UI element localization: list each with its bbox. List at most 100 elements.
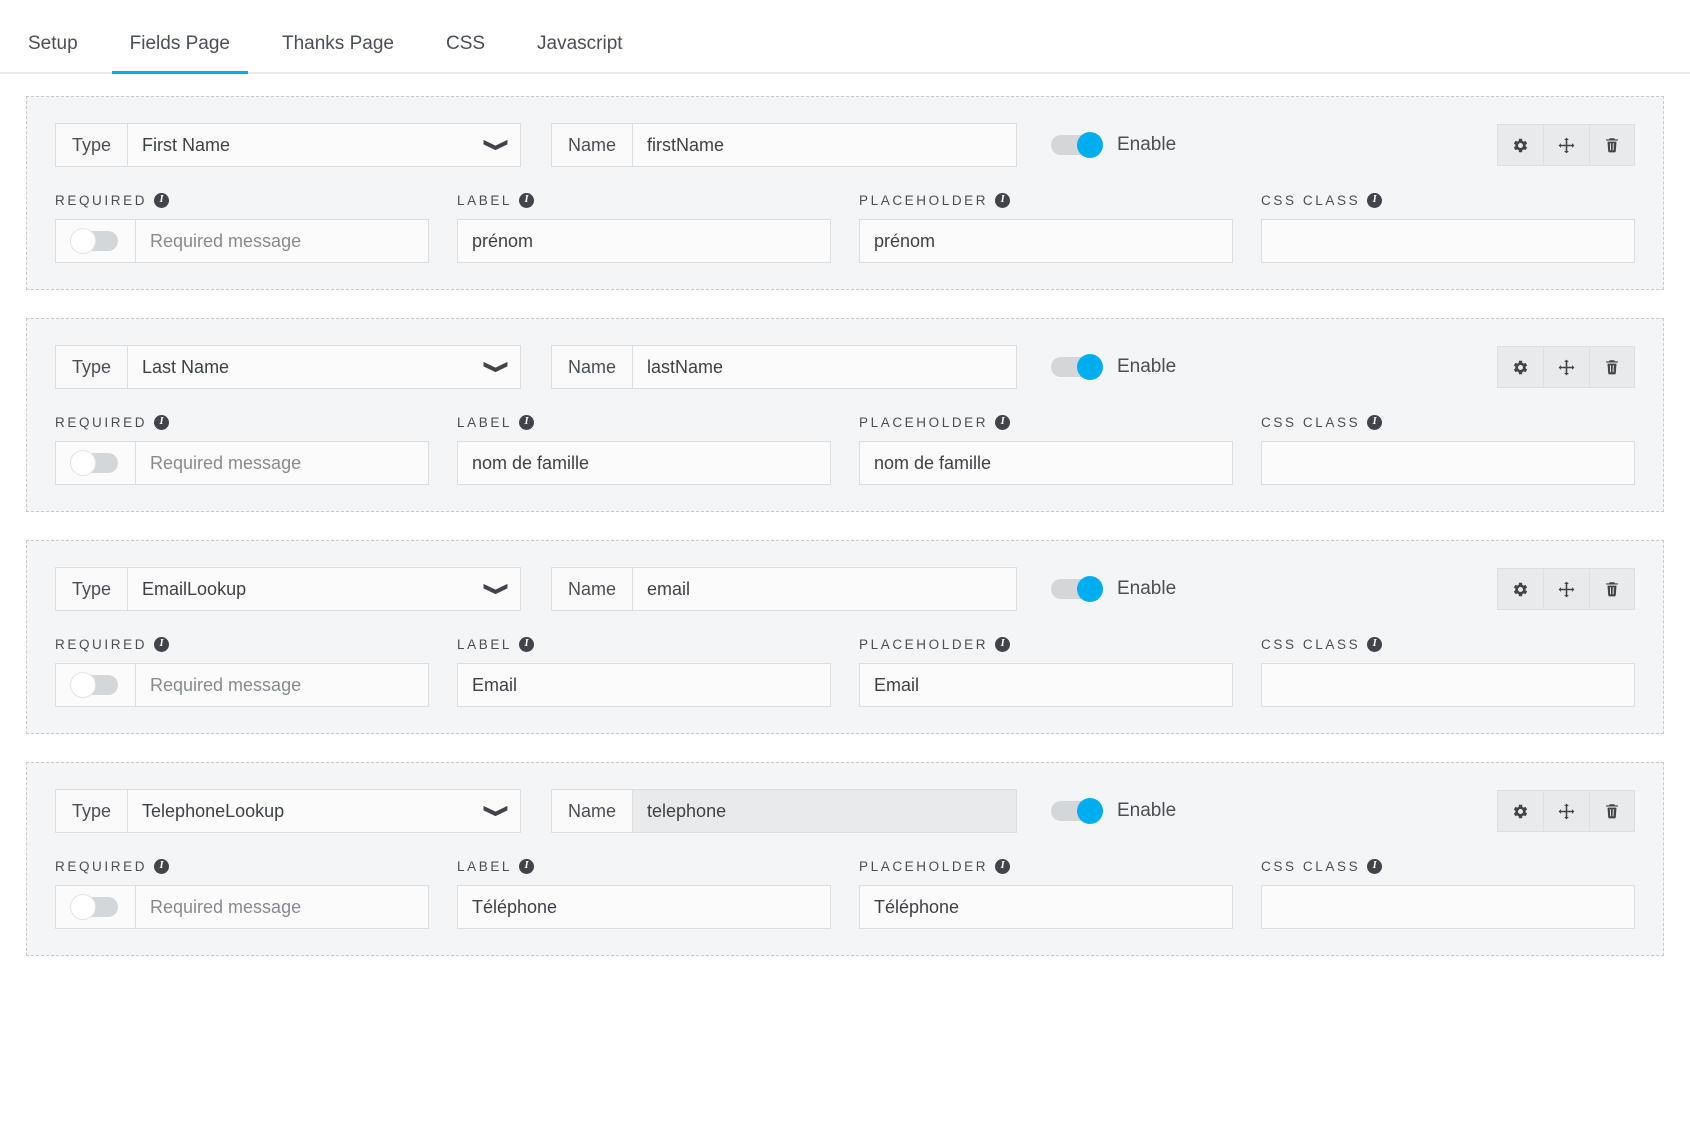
field-settings-button[interactable]	[1497, 568, 1543, 610]
required-column-header: REQUIRED i	[55, 415, 429, 430]
tab-label: Setup	[28, 33, 78, 54]
required-toggle[interactable]	[69, 228, 122, 254]
field-card-properties: REQUIRED i Required message LABEL i nom de fa…	[55, 415, 1635, 485]
field-placeholder-input[interactable]: Téléphone	[859, 885, 1233, 929]
label-column-header: LABEL i	[457, 193, 831, 208]
field-css-class-input[interactable]	[1261, 885, 1635, 929]
tab-fields-page[interactable]: Fields Page	[111, 33, 248, 74]
trash-icon	[1603, 358, 1621, 376]
field-label-input[interactable]: Email	[457, 663, 831, 707]
info-icon[interactable]: i	[995, 193, 1011, 208]
name-prefix-label: Name	[551, 345, 633, 389]
info-icon[interactable]: i	[154, 637, 170, 652]
tab-thanks-page[interactable]: Thanks Page	[264, 34, 412, 72]
required-message-input[interactable]: Required message	[135, 441, 429, 485]
field-delete-button[interactable]	[1589, 124, 1635, 166]
field-placeholder-input[interactable]: Email	[859, 663, 1233, 707]
field-label-input[interactable]: prénom	[457, 219, 831, 263]
tab-active-underline	[10, 71, 96, 74]
info-icon[interactable]: i	[154, 859, 170, 874]
enable-toggle-group: Enable	[1051, 354, 1176, 380]
required-message-input[interactable]: Required message	[135, 885, 429, 929]
tab-active-underline	[428, 71, 503, 74]
required-toggle-cell	[55, 441, 135, 485]
required-toggle[interactable]	[69, 894, 122, 920]
field-card-header: Type Last Name ❯ Name lastName Enable	[55, 345, 1635, 389]
tab-setup[interactable]: Setup	[10, 34, 96, 72]
info-icon[interactable]: i	[995, 859, 1011, 874]
placeholder-column: PLACEHOLDER i Email	[859, 637, 1261, 707]
placeholder-column-header-text: PLACEHOLDER	[859, 193, 989, 208]
info-icon[interactable]: i	[519, 859, 535, 874]
enable-toggle-group: Enable	[1051, 132, 1176, 158]
required-toggle[interactable]	[69, 672, 122, 698]
field-css-class-input[interactable]	[1261, 441, 1635, 485]
field-type-select[interactable]: Last Name ❯	[127, 345, 521, 389]
field-actions	[1497, 124, 1635, 166]
required-message-input[interactable]: Required message	[135, 663, 429, 707]
info-icon[interactable]: i	[1367, 193, 1383, 208]
required-column: REQUIRED i Required message	[55, 193, 457, 263]
enable-toggle[interactable]	[1051, 576, 1103, 602]
gear-icon	[1511, 802, 1530, 821]
field-delete-button[interactable]	[1589, 790, 1635, 832]
required-column: REQUIRED i Required message	[55, 415, 457, 485]
field-label-input[interactable]: nom de famille	[457, 441, 831, 485]
field-move-button[interactable]	[1543, 568, 1589, 610]
info-icon[interactable]: i	[1367, 415, 1383, 430]
field-move-button[interactable]	[1543, 124, 1589, 166]
info-icon[interactable]: i	[1367, 859, 1383, 874]
field-name-input[interactable]: email	[632, 567, 1017, 611]
enable-label: Enable	[1117, 800, 1177, 821]
field-card: Type TelephoneLookup ❯ Name telephone Enable R…	[26, 762, 1664, 956]
enable-toggle[interactable]	[1051, 354, 1103, 380]
required-message-input[interactable]: Required message	[135, 219, 429, 263]
placeholder-column-header-text: PLACEHOLDER	[859, 859, 989, 874]
field-card-header: Type TelephoneLookup ❯ Name telephone Enable	[55, 789, 1635, 833]
field-delete-button[interactable]	[1589, 346, 1635, 388]
required-column-header-text: REQUIRED	[55, 637, 148, 652]
field-delete-button[interactable]	[1589, 568, 1635, 610]
info-icon[interactable]: i	[519, 193, 535, 208]
field-placeholder-input[interactable]: prénom	[859, 219, 1233, 263]
info-icon[interactable]: i	[1367, 637, 1383, 652]
field-css-class-input[interactable]	[1261, 219, 1635, 263]
field-settings-button[interactable]	[1497, 346, 1543, 388]
enable-toggle[interactable]	[1051, 132, 1103, 158]
label-column-header: LABEL i	[457, 637, 831, 652]
field-name-input[interactable]: telephone	[632, 789, 1017, 833]
required-group: Required message	[55, 219, 429, 263]
required-toggle[interactable]	[69, 450, 122, 476]
info-icon[interactable]: i	[154, 415, 170, 430]
info-icon[interactable]: i	[519, 637, 535, 652]
tab-css[interactable]: CSS	[428, 34, 503, 72]
info-icon[interactable]: i	[154, 193, 170, 208]
field-label-input[interactable]: Téléphone	[457, 885, 831, 929]
info-icon[interactable]: i	[519, 415, 535, 430]
field-move-button[interactable]	[1543, 790, 1589, 832]
css-class-column-header: CSS CLASS i	[1261, 859, 1635, 874]
field-type-select[interactable]: First Name ❯	[127, 123, 521, 167]
required-column-header: REQUIRED i	[55, 859, 429, 874]
field-type-select[interactable]: EmailLookup ❯	[127, 567, 521, 611]
field-placeholder-input[interactable]: nom de famille	[859, 441, 1233, 485]
field-name-input[interactable]: firstName	[632, 123, 1017, 167]
field-type-group: Type TelephoneLookup ❯	[55, 789, 521, 833]
css-class-column: CSS CLASS i	[1261, 415, 1635, 485]
tab-label: Fields Page	[129, 33, 230, 54]
field-css-class-input[interactable]	[1261, 663, 1635, 707]
info-icon[interactable]: i	[995, 637, 1011, 652]
chevron-down-icon: ❯	[484, 803, 510, 819]
enable-toggle[interactable]	[1051, 798, 1103, 824]
tab-javascript[interactable]: Javascript	[519, 34, 641, 72]
type-prefix-label: Type	[55, 345, 128, 389]
field-type-select[interactable]: TelephoneLookup ❯	[127, 789, 521, 833]
enable-label: Enable	[1117, 134, 1177, 155]
field-name-input[interactable]: lastName	[632, 345, 1017, 389]
field-move-button[interactable]	[1543, 346, 1589, 388]
type-prefix-label: Type	[55, 789, 128, 833]
tab-active-underline	[519, 71, 641, 74]
field-settings-button[interactable]	[1497, 124, 1543, 166]
info-icon[interactable]: i	[995, 415, 1011, 430]
field-settings-button[interactable]	[1497, 790, 1543, 832]
